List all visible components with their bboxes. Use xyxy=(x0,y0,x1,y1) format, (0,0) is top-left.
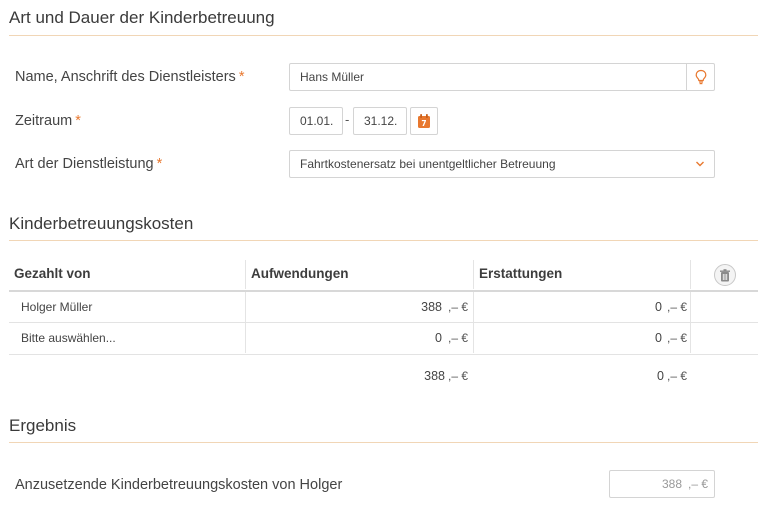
section-title-ergebnis: Ergebnis xyxy=(9,416,77,435)
payer-cell[interactable]: Holger Müller xyxy=(21,300,92,314)
column-header-gezahlt: Gezahlt von xyxy=(14,266,91,281)
required-marker: * xyxy=(75,113,81,129)
zeitraum-separator: - xyxy=(345,112,350,127)
column-separator xyxy=(690,323,691,353)
art-label: Art der Dienstleistung * xyxy=(15,156,163,172)
name-input[interactable]: Hans Müller xyxy=(289,63,715,91)
payer-cell[interactable]: Bitte auswählen... xyxy=(21,331,116,345)
calendar-button[interactable]: 7 xyxy=(410,107,438,135)
table-header-rule xyxy=(9,290,758,292)
zeitraum-to-input[interactable]: 31.12. xyxy=(353,107,407,135)
total-erstattungen: 0 xyxy=(657,369,664,383)
name-input-value: Hans Müller xyxy=(300,70,365,84)
ergebnis-label: Anzusetzende Kinderbetreuungskosten von … xyxy=(15,477,343,493)
ergebnis-value: 388 xyxy=(661,477,682,491)
erstattungen-input[interactable]: 0 xyxy=(602,300,662,314)
chevron-down-icon xyxy=(696,161,704,167)
art-select-value: Fahrtkostenersatz bei unentgeltlicher Be… xyxy=(300,157,556,171)
trash-icon xyxy=(720,268,730,281)
currency-suffix: ,– € xyxy=(667,300,688,314)
row-divider xyxy=(9,354,758,355)
section-title-betreuung: Art und Dauer der Kinderbetreuung xyxy=(9,8,275,27)
erstattungen-input[interactable]: 0 xyxy=(602,331,662,345)
required-marker: * xyxy=(238,69,245,85)
currency-suffix: ,– € xyxy=(667,369,688,383)
total-aufwendungen: 388 xyxy=(424,369,445,383)
column-separator xyxy=(473,292,474,322)
column-separator xyxy=(245,323,246,353)
column-header-erstattungen: Erstattungen xyxy=(479,266,563,281)
section-divider xyxy=(9,35,758,36)
name-label: Name, Anschrift des Dienstleisters * xyxy=(15,69,245,85)
required-marker: * xyxy=(156,156,163,172)
lightbulb-icon[interactable] xyxy=(686,64,714,90)
aufwendungen-input[interactable]: 0 xyxy=(382,331,442,345)
aufwendungen-input[interactable]: 388 xyxy=(382,300,442,314)
column-separator xyxy=(473,323,474,353)
zeitraum-label: Zeitraum * xyxy=(15,113,81,129)
currency-suffix: ,– € xyxy=(448,369,469,383)
section-title-kosten: Kinderbetreuungskosten xyxy=(9,214,194,233)
currency-suffix: ,– € xyxy=(448,331,469,345)
delete-button[interactable] xyxy=(714,264,736,286)
zeitraum-from-input[interactable]: 01.01. xyxy=(289,107,343,135)
column-separator xyxy=(473,260,474,289)
column-separator xyxy=(690,292,691,322)
calendar-icon: 7 xyxy=(418,114,430,128)
ergebnis-value-field: 388 ,– € xyxy=(609,470,715,498)
column-separator xyxy=(245,260,246,289)
section-divider xyxy=(9,240,758,241)
currency-suffix: ,– € xyxy=(687,477,708,491)
column-separator xyxy=(690,260,691,289)
art-select[interactable]: Fahrtkostenersatz bei unentgeltlicher Be… xyxy=(289,150,715,178)
column-separator xyxy=(245,292,246,322)
section-divider xyxy=(9,442,758,443)
currency-suffix: ,– € xyxy=(667,331,688,345)
column-header-aufwendungen: Aufwendungen xyxy=(251,266,349,281)
currency-suffix: ,– € xyxy=(448,300,469,314)
row-divider xyxy=(9,322,758,323)
svg-text:7: 7 xyxy=(421,119,426,128)
